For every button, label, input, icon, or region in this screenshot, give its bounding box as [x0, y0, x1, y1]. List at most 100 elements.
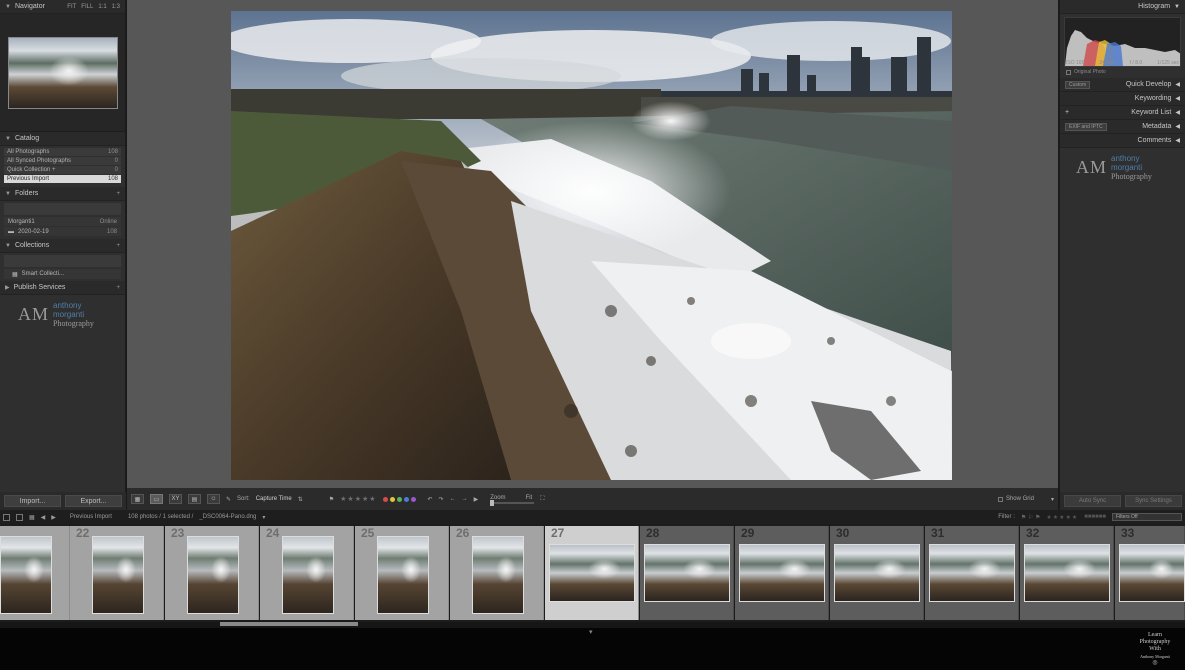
catalog-item-all-photographs[interactable]: All Photographs 108: [4, 148, 121, 156]
filmstrip-cell[interactable]: 23: [165, 526, 259, 620]
filmstrip-thumbnail[interactable]: [929, 544, 1015, 602]
filmstrip-cell[interactable]: 33: [1115, 526, 1185, 620]
color-label-blue[interactable]: [403, 496, 409, 502]
expand-triangle-icon[interactable]: ◀: [1175, 123, 1180, 130]
filmstrip-cell[interactable]: 22: [70, 526, 164, 620]
filmstrip-cell[interactable]: 29: [735, 526, 829, 620]
keywording-header[interactable]: Keywording ◀: [1060, 92, 1185, 106]
main-photo[interactable]: [231, 11, 952, 480]
collapse-triangle-icon[interactable]: ▼: [5, 4, 11, 10]
add-folder-icon[interactable]: +: [116, 191, 120, 197]
survey-view-icon[interactable]: ▤: [188, 494, 201, 504]
flag-filter-icons[interactable]: ⚑ ⚐ ⚑: [1021, 514, 1040, 521]
filmstrip-thumbnail[interactable]: [549, 544, 635, 602]
color-label-red[interactable]: [382, 496, 388, 502]
quick-develop-header[interactable]: Custom Quick Develop ◀: [1060, 78, 1185, 92]
filmstrip-thumbnail[interactable]: [834, 544, 920, 602]
people-view-icon[interactable]: ☺: [207, 494, 220, 504]
keyword-list-header[interactable]: + Keyword List ◀: [1060, 106, 1185, 120]
filmstrip-thumbnail[interactable]: [377, 536, 429, 614]
collapse-triangle-icon[interactable]: ▼: [5, 243, 11, 249]
flag-icon[interactable]: ⚑: [329, 496, 334, 503]
zoom-fit-option[interactable]: FIT: [67, 4, 76, 10]
export-button[interactable]: Export...: [65, 495, 122, 507]
prev-photo-icon[interactable]: ←: [450, 496, 456, 502]
sort-value[interactable]: Capture Time: [256, 496, 292, 502]
comments-header[interactable]: Comments ◀: [1060, 134, 1185, 148]
expand-triangle-icon[interactable]: ◀: [1175, 95, 1180, 102]
collection-item[interactable]: ▦ Smart Collecti...: [4, 269, 121, 279]
import-button[interactable]: Import...: [4, 495, 61, 507]
navigator-header[interactable]: ▼ Navigator FIT FILL 1:1 1:3: [0, 0, 125, 14]
collapse-filmstrip-icon[interactable]: ▾: [589, 628, 593, 636]
collapse-triangle-icon[interactable]: ▼: [5, 136, 11, 142]
filmstrip-cell[interactable]: [0, 526, 70, 620]
filmstrip-scroll-thumb[interactable]: [220, 622, 358, 626]
filmstrip-cell[interactable]: 27: [545, 526, 639, 620]
collections-header[interactable]: ▼ Collections +: [0, 239, 125, 253]
filmstrip-cell[interactable]: 25: [355, 526, 449, 620]
filmstrip-filename[interactable]: _DSC0064-Pano.dng: [199, 514, 256, 520]
zoom-slider[interactable]: [490, 499, 535, 506]
filmstrip-thumbnail[interactable]: [1119, 544, 1185, 602]
zoom-1-3-option[interactable]: 1:3: [112, 4, 120, 10]
folders-header[interactable]: ▼ Folders +: [0, 187, 125, 201]
collapse-triangle-icon[interactable]: ▼: [1174, 4, 1180, 10]
expand-triangle-icon[interactable]: ◀: [1175, 109, 1180, 116]
zoom-fill-option[interactable]: FILL: [81, 4, 93, 10]
add-collection-icon[interactable]: +: [116, 243, 120, 249]
catalog-header[interactable]: ▼ Catalog: [0, 132, 125, 146]
collection-search-field[interactable]: [4, 255, 121, 267]
filmstrip-source[interactable]: Previous Import: [70, 514, 112, 520]
loupe-view-icon[interactable]: ▭: [150, 494, 163, 504]
filmstrip-thumbnail[interactable]: [282, 536, 334, 614]
filters-select[interactable]: Filters Off: [1112, 513, 1182, 521]
filmstrip-thumbnail[interactable]: [0, 536, 52, 614]
navigator-thumbnail[interactable]: [7, 36, 118, 109]
volume-row[interactable]: Morganti1 Online: [4, 217, 121, 226]
color-label-purple[interactable]: [410, 496, 416, 502]
grid-icon[interactable]: ▦: [29, 514, 35, 521]
color-labels[interactable]: [382, 496, 416, 502]
forward-arrow-icon[interactable]: ▶: [51, 514, 56, 521]
next-photo-icon[interactable]: →: [462, 496, 468, 502]
navigator-preview[interactable]: [0, 14, 125, 132]
add-publish-icon[interactable]: +: [116, 285, 120, 291]
color-filter[interactable]: ■■■■■■: [1084, 514, 1106, 520]
metadata-header[interactable]: EXIF and IPTC Metadata ◀: [1060, 120, 1185, 134]
filmstrip-cell[interactable]: 30: [830, 526, 924, 620]
filename-dropdown-icon[interactable]: ▾: [262, 514, 265, 521]
zoom-1-1-option[interactable]: 1:1: [98, 4, 106, 10]
show-grid-checkbox[interactable]: [997, 496, 1003, 502]
play-slideshow-icon[interactable]: ▶: [474, 496, 479, 503]
filmstrip-cell[interactable]: 32: [1020, 526, 1114, 620]
crop-overlay-icon[interactable]: ⛶: [540, 496, 544, 503]
folder-search-field[interactable]: [4, 203, 121, 215]
histogram-header[interactable]: Histogram ▼: [1060, 0, 1185, 14]
metadata-preset-select[interactable]: EXIF and IPTC: [1065, 122, 1107, 131]
back-arrow-icon[interactable]: ◀: [41, 514, 46, 521]
toolbar-menu-icon[interactable]: ▾: [1051, 496, 1054, 503]
filmstrip-thumbnail[interactable]: [472, 536, 524, 614]
filmstrip-cell[interactable]: 31: [925, 526, 1019, 620]
compare-view-icon[interactable]: XY: [169, 494, 182, 504]
original-photo-checkbox[interactable]: [1066, 69, 1071, 75]
color-label-yellow[interactable]: [389, 496, 395, 502]
collapse-triangle-icon[interactable]: ▼: [5, 191, 11, 197]
second-window-icon[interactable]: [16, 513, 23, 521]
color-label-green[interactable]: [396, 496, 402, 502]
expand-triangle-icon[interactable]: ▶: [5, 284, 10, 291]
auto-sync-button[interactable]: Auto Sync: [1064, 495, 1121, 507]
filmstrip-cell[interactable]: 24: [260, 526, 354, 620]
sort-direction-icon[interactable]: ⇅: [298, 496, 303, 503]
add-keyword-icon[interactable]: +: [1065, 109, 1069, 116]
catalog-item-previous-import[interactable]: Previous Import 108: [4, 175, 121, 183]
rotate-right-icon[interactable]: ↷: [439, 496, 444, 503]
filmstrip-thumbnail[interactable]: [739, 544, 825, 602]
expand-triangle-icon[interactable]: ◀: [1175, 81, 1180, 88]
filmstrip-thumbnail[interactable]: [187, 536, 239, 614]
sync-settings-button[interactable]: Sync Settings: [1125, 495, 1182, 507]
filmstrip-cell[interactable]: 28: [640, 526, 734, 620]
filmstrip-cell[interactable]: 26: [450, 526, 544, 620]
publish-services-header[interactable]: ▶ Publish Services +: [0, 281, 125, 295]
